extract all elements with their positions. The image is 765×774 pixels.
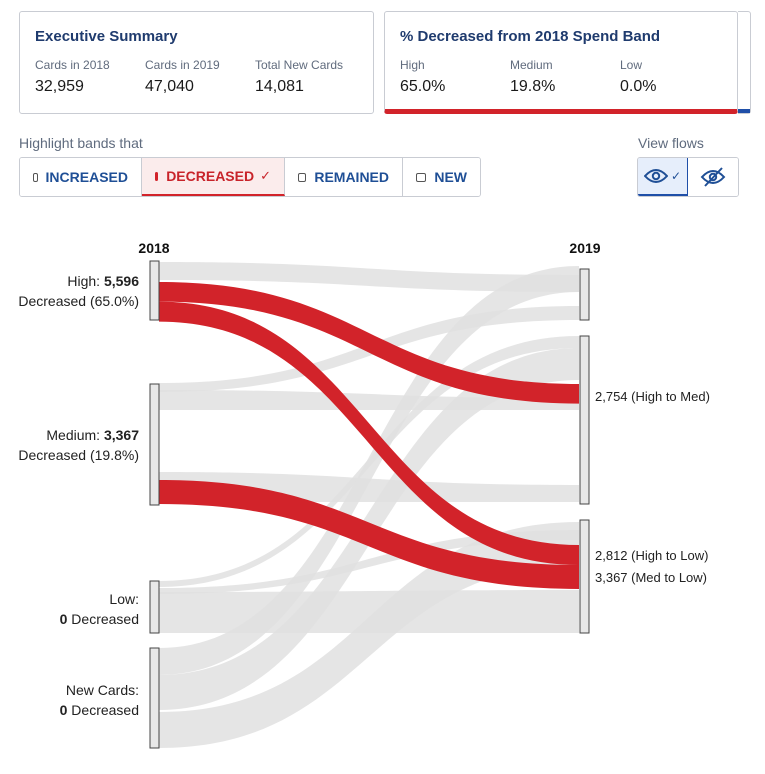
node-sublabel-high: Decreased (65.0%) [18, 293, 139, 309]
node-bar-med2019[interactable] [579, 335, 590, 505]
increased-swatch-icon [33, 172, 38, 182]
left-year-label: 2018 [138, 240, 169, 256]
node-bar-new2018[interactable] [149, 647, 160, 749]
metric-value: 14,081 [255, 78, 304, 95]
show-flows-button[interactable]: ✓ [638, 158, 688, 196]
metric-high-decreased: High 65.0% [400, 58, 445, 96]
node-label-high: High: 5,596 [67, 273, 139, 289]
sankey-chart: 2018 2019 High: 5,596 Decreased (65.0%) … [18, 240, 710, 749]
hide-flows-button[interactable] [688, 158, 738, 196]
node-label-value: 0 [60, 702, 68, 718]
highlight-bands-label: Highlight bands that [19, 135, 143, 151]
node-label-new-cards: New Cards: [66, 682, 139, 698]
check-icon: ✓ [260, 168, 271, 183]
metric-value: 0.0% [620, 78, 657, 95]
node-label-suffix: Decreased [67, 702, 139, 718]
node-label-value: 5,596 [104, 273, 139, 289]
metric-label: Cards in 2018 [35, 58, 110, 72]
node-label-prefix: High: [67, 273, 104, 289]
node-label-medium: Medium: 3,367 [46, 427, 139, 443]
check-icon: ✓ [670, 169, 682, 183]
decreased-button-label: DECREASED [166, 168, 255, 184]
node-sublabel-medium: Decreased (19.8%) [18, 447, 139, 463]
card-accent-bar [738, 109, 750, 113]
new-button[interactable]: NEW [403, 158, 480, 196]
metric-cards-2019: Cards in 2019 47,040 [145, 58, 220, 96]
eye-slash-icon [700, 167, 726, 187]
metric-label: Cards in 2019 [145, 58, 220, 72]
node-label-prefix: Medium: [46, 427, 104, 443]
executive-summary-card: Executive Summary Cards in 2018 32,959 C… [19, 11, 374, 114]
remained-swatch-icon [298, 172, 307, 182]
metric-label: Medium [510, 58, 553, 72]
node-sublabel-new-cards: 0 Decreased [60, 702, 139, 718]
node-label-value: 0 [60, 611, 68, 627]
remained-button-label: REMAINED [314, 169, 389, 185]
node-bar-med2018[interactable] [149, 383, 160, 506]
node-bar-low2018[interactable] [149, 580, 160, 634]
flow-label-high-to-low: 2,812 (High to Low) [595, 548, 708, 563]
metric-label: Total New Cards [255, 58, 344, 72]
metric-cards-2018: Cards in 2018 32,959 [35, 58, 110, 96]
next-card-edge[interactable] [738, 11, 751, 114]
view-flows-toggle: ✓ [637, 157, 739, 197]
executive-summary-title: Executive Summary [35, 28, 178, 45]
eye-icon [643, 169, 668, 183]
node-label-value: 3,367 [104, 427, 139, 443]
increased-button-label: INCREASED [45, 169, 128, 185]
node-label-low: Low: [109, 591, 139, 607]
metric-value: 65.0% [400, 78, 446, 95]
metric-value: 47,040 [145, 78, 194, 95]
metric-medium-decreased: Medium 19.8% [510, 58, 555, 96]
metric-label: High [400, 58, 425, 72]
node-sublabel-low: 0 Decreased [60, 611, 139, 627]
metric-value: 32,959 [35, 78, 84, 95]
decreased-swatch-icon [155, 171, 159, 181]
node-bar-low2019[interactable] [579, 519, 590, 634]
right-year-label: 2019 [569, 240, 600, 256]
flow-label-high-to-med: 2,754 (High to Med) [595, 389, 710, 404]
percent-decreased-title: % Decreased from 2018 Spend Band [400, 28, 661, 45]
flow-label-med-to-low: 3,367 (Med to Low) [595, 570, 707, 585]
node-bar-high2019[interactable] [579, 268, 590, 321]
remained-button[interactable]: REMAINED [285, 158, 403, 196]
percent-decreased-card: % Decreased from 2018 Spend Band High 65… [384, 11, 738, 114]
highlight-button-group: INCREASED DECREASED ✓ REMAINED NEW [19, 157, 481, 197]
node-bar-high2018[interactable] [149, 260, 160, 321]
increased-button[interactable]: INCREASED [20, 158, 142, 196]
decreased-button[interactable]: DECREASED ✓ [142, 158, 285, 196]
new-button-label: NEW [434, 169, 467, 185]
metric-label: Low [620, 58, 643, 72]
metric-total-new-cards: Total New Cards 14,081 [255, 58, 343, 96]
node-label-suffix: Decreased [67, 611, 139, 627]
view-flows-label: View flows [638, 135, 704, 151]
highlighted-flows-layer [159, 282, 579, 589]
metric-value: 19.8% [510, 78, 556, 95]
metric-low-decreased: Low 0.0% [620, 58, 656, 96]
new-swatch-icon [416, 172, 427, 182]
